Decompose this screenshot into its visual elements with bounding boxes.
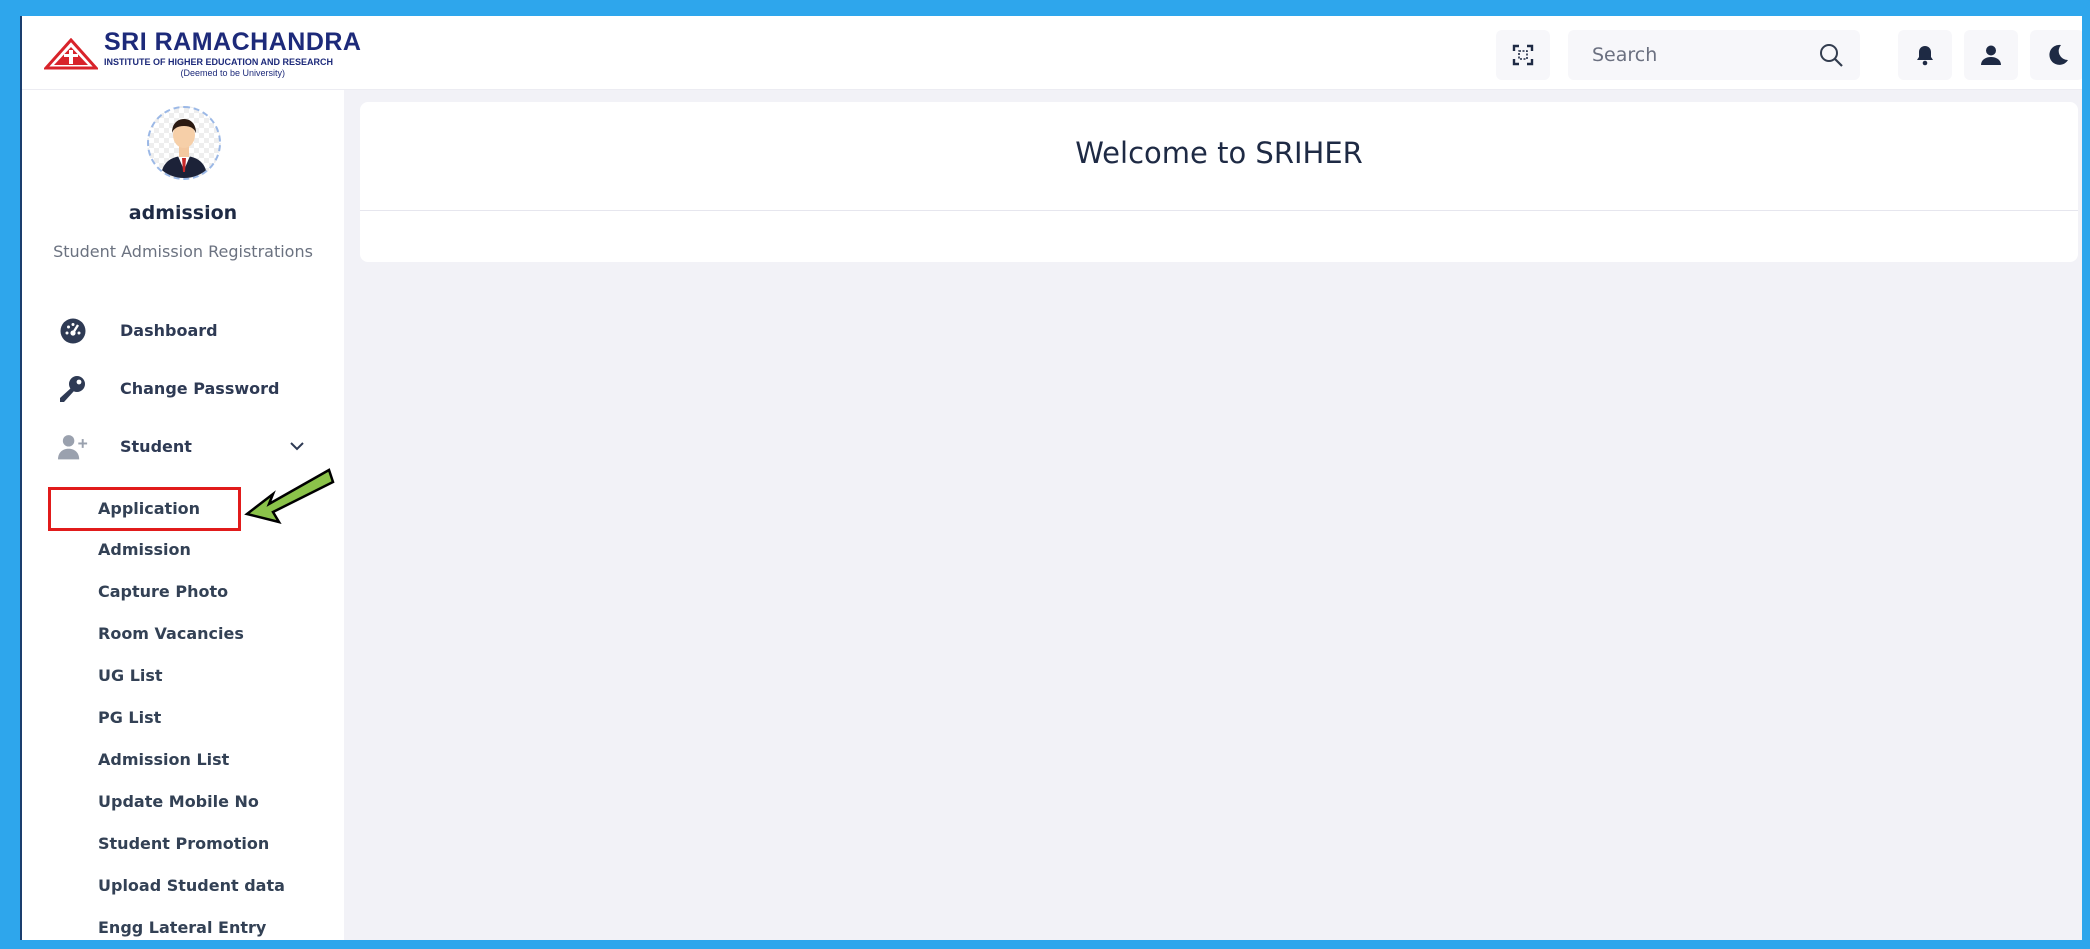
top-bar: SRI RAMACHANDRA INSTITUTE OF HIGHER EDUC…: [22, 16, 2082, 90]
dashboard-icon: [58, 316, 88, 346]
sidebar: admission Student Admission Registration…: [22, 90, 344, 940]
search-box: [1568, 30, 1860, 80]
fullscreen-button[interactable]: [1496, 30, 1550, 80]
brand-tagline: (Deemed to be University): [180, 68, 286, 78]
submenu-item-capture-photo[interactable]: Capture Photo: [98, 582, 228, 601]
submenu-item-update-mobile-no[interactable]: Update Mobile No: [98, 792, 259, 811]
chevron-down-icon[interactable]: [290, 441, 304, 451]
sidebar-item-label: Dashboard: [120, 320, 218, 340]
submenu-item-admission[interactable]: Admission: [98, 540, 191, 559]
theme-toggle-button[interactable]: [2030, 30, 2082, 80]
app-frame: SRI RAMACHANDRA INSTITUTE OF HIGHER EDUC…: [20, 16, 2082, 940]
welcome-card: Welcome to SRIHER: [360, 102, 2078, 262]
avatar[interactable]: [147, 106, 221, 180]
logo-emblem-icon: [44, 38, 98, 70]
fullscreen-icon: [1512, 44, 1534, 66]
key-icon: [58, 374, 88, 404]
user-plus-icon: [58, 432, 88, 462]
moon-icon: [2049, 44, 2068, 65]
submenu-item-pg-list[interactable]: PG List: [98, 708, 161, 727]
submenu-item-upload-student-data[interactable]: Upload Student data: [98, 876, 285, 895]
sidebar-item-label: Student: [120, 436, 192, 456]
profile-name: admission: [128, 202, 238, 224]
search-input[interactable]: [1592, 44, 1812, 66]
sidebar-item-change-password[interactable]: Change Password: [22, 361, 344, 415]
submenu-item-admission-list[interactable]: Admission List: [98, 750, 229, 769]
notifications-button[interactable]: [1898, 30, 1952, 80]
brand-subtitle: INSTITUTE OF HIGHER EDUCATION AND RESEAR…: [104, 57, 334, 67]
bell-icon: [1917, 46, 1933, 66]
sidebar-item-student[interactable]: Student: [22, 419, 344, 473]
pointer-arrow-icon: [244, 468, 335, 524]
user-avatar-icon: [161, 119, 207, 178]
card-divider: [360, 210, 2078, 211]
highlight-box: [48, 487, 241, 531]
submenu-item-student-promotion[interactable]: Student Promotion: [98, 834, 269, 853]
sidebar-item-dashboard[interactable]: Dashboard: [22, 303, 344, 357]
profile-button[interactable]: [1964, 30, 2018, 80]
profile-role: Student Admission Registrations: [53, 242, 313, 261]
sidebar-item-label: Change Password: [120, 378, 280, 398]
welcome-title: Welcome to SRIHER: [1075, 136, 1363, 170]
submenu-item-ug-list[interactable]: UG List: [98, 666, 163, 685]
search-icon[interactable]: [1818, 42, 1844, 68]
submenu-item-engg-lateral-entry[interactable]: Engg Lateral Entry: [98, 918, 266, 937]
brand-logo[interactable]: SRI RAMACHANDRA INSTITUTE OF HIGHER EDUC…: [44, 30, 362, 78]
submenu-item-room-vacancies[interactable]: Room Vacancies: [98, 624, 244, 643]
brand-title: SRI RAMACHANDRA: [104, 28, 362, 56]
user-icon: [1981, 45, 2001, 65]
